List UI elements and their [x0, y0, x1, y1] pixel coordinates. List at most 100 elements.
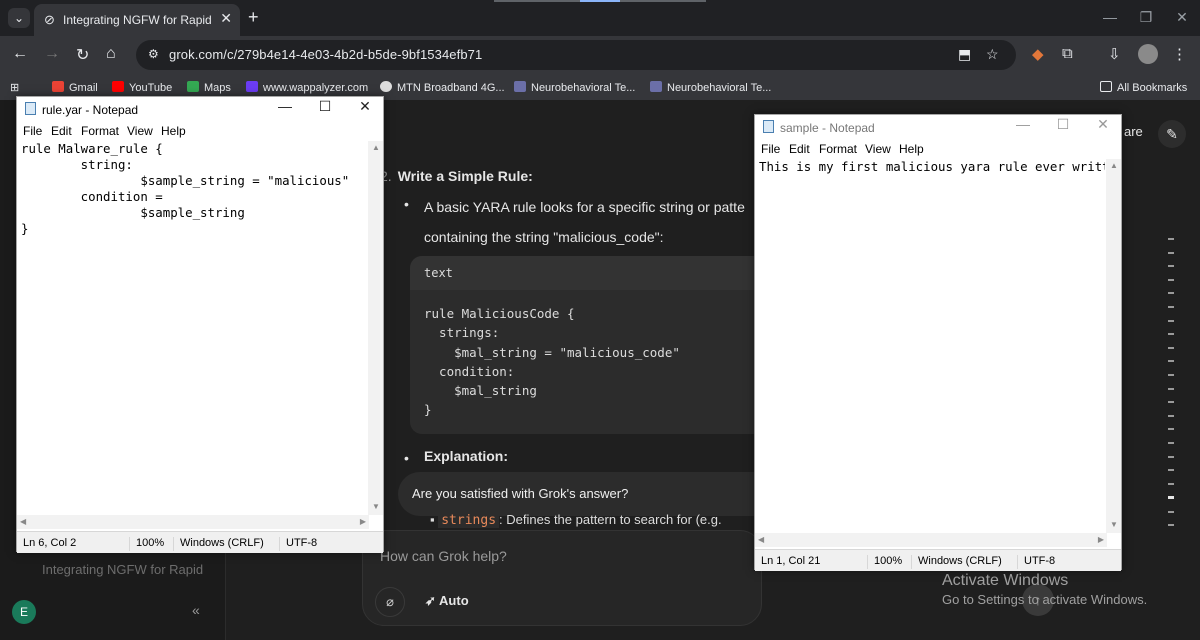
minimize-icon[interactable]: — — [1003, 116, 1043, 132]
tab-strip: ⌄ ⊘ Integrating NGFW for Rapid Th ✕ + — … — [0, 0, 1200, 36]
notepad-icon — [763, 120, 774, 133]
attach-paperclip-icon[interactable]: ⌀ — [375, 587, 405, 617]
install-app-icon[interactable]: ⬒ — [958, 46, 971, 63]
minimize-icon[interactable]: — — [265, 98, 305, 114]
status-encoding: UTF-8 — [279, 537, 317, 551]
restore-icon[interactable]: ❐ — [1128, 0, 1164, 36]
scroll-right-icon[interactable]: ▶ — [360, 517, 366, 526]
notepad-titlebar[interactable]: sample - Notepad — ☐ ✕ — [755, 115, 1121, 139]
sidebar-chat-item[interactable]: Integrating NGFW for Rapid — [42, 562, 203, 577]
menu-view[interactable]: View — [865, 142, 891, 156]
tab-drag-indicator — [494, 0, 706, 2]
notepad-editor[interactable]: This is my first malicious yara rule eve… — [759, 159, 1105, 531]
mode-selector[interactable]: ➶ Auto — [425, 593, 469, 609]
all-bookmarks[interactable]: All Bookmarks — [1100, 81, 1187, 94]
bookmark-label: Neurobehavioral Te... — [531, 82, 636, 94]
notepad-menubar: File Edit Format View Help — [17, 121, 383, 141]
notepad-statusbar: Ln 6, Col 2 100% Windows (CRLF) UTF-8 — [17, 531, 383, 553]
menu-help[interactable]: Help — [161, 124, 186, 138]
wappalyzer-icon — [246, 81, 258, 92]
bookmark-item[interactable]: Maps — [187, 81, 231, 94]
explanation-item: ▪ strings: Defines the pattern to search… — [430, 512, 722, 528]
conversation-minimap[interactable] — [1168, 238, 1174, 538]
bookmark-item[interactable]: MTN Broadband 4G... — [380, 81, 505, 94]
share-button[interactable]: are — [1124, 124, 1143, 139]
notepad-statusbar: Ln 1, Col 21 100% Windows (CRLF) UTF-8 — [755, 549, 1121, 571]
maximize-icon[interactable]: ☐ — [305, 98, 345, 115]
bookmark-label: Neurobehavioral Te... — [667, 82, 772, 94]
reload-icon[interactable]: ↻ — [76, 45, 89, 65]
maximize-icon[interactable]: ☐ — [1043, 116, 1083, 133]
apps-grid-icon[interactable]: ⊞ — [10, 81, 19, 94]
feedback-banner[interactable]: Are you satisfied with Grok's answer? — [398, 472, 778, 516]
menu-help[interactable]: Help — [899, 142, 924, 156]
scroll-left-icon[interactable]: ◀ — [758, 535, 764, 544]
mtn-icon — [380, 81, 392, 92]
horizontal-scrollbar[interactable]: ◀ ▶ — [755, 533, 1107, 547]
profile-avatar-icon[interactable] — [1138, 44, 1158, 64]
scroll-right-icon[interactable]: ▶ — [1098, 535, 1104, 544]
close-icon[interactable]: ✕ — [1083, 116, 1123, 133]
status-eol: Windows (CRLF) — [173, 537, 264, 551]
scroll-down-icon[interactable]: ▼ — [372, 502, 380, 511]
menu-file[interactable]: File — [23, 124, 42, 138]
notepad-sample-window[interactable]: sample - Notepad — ☐ ✕ File Edit Format … — [754, 114, 1122, 571]
chat-composer[interactable]: How can Grok help? ⌀ ➶ Auto — [362, 530, 762, 626]
menu-edit[interactable]: Edit — [51, 124, 72, 138]
site-info-icon[interactable]: ⚙ — [148, 47, 159, 61]
notepad-icon — [25, 102, 36, 115]
browser-tab[interactable]: ⊘ Integrating NGFW for Rapid Th ✕ — [34, 4, 240, 36]
bullet-line: containing the string "malicious_code": — [424, 229, 664, 245]
close-window-icon[interactable]: ✕ — [1164, 0, 1200, 36]
back-icon[interactable]: ← — [12, 45, 28, 63]
bookmark-item[interactable]: YouTube — [112, 81, 172, 94]
menu-dots-icon[interactable]: ⋮ — [1172, 45, 1187, 63]
bookmark-item[interactable]: www.wappalyzer.com — [246, 81, 368, 94]
notepad-titlebar[interactable]: rule.yar - Notepad — ☐ ✕ — [17, 97, 383, 121]
scroll-up-icon[interactable]: ▲ — [1110, 161, 1118, 170]
menu-file[interactable]: File — [761, 142, 780, 156]
tab-close-icon[interactable]: ✕ — [220, 10, 232, 27]
scroll-up-icon[interactable]: ▲ — [372, 143, 380, 152]
bookmark-star-icon[interactable]: ☆ — [986, 46, 999, 63]
bookmark-item[interactable]: Neurobehavioral Te... — [650, 81, 771, 94]
collapse-sidebar-icon[interactable]: « — [192, 602, 200, 618]
scroll-down-icon[interactable]: ▼ — [1110, 520, 1118, 529]
menu-edit[interactable]: Edit — [789, 142, 810, 156]
horizontal-scrollbar[interactable]: ◀ ▶ — [17, 515, 369, 529]
avatar[interactable]: E — [12, 600, 36, 624]
address-bar[interactable]: ⚙ grok.com/c/279b4e14-4e03-4b2d-b5de-9bf… — [136, 40, 1016, 70]
status-zoom: 100% — [129, 537, 164, 551]
new-chat-edit-icon[interactable]: ✎ — [1158, 120, 1186, 148]
close-icon[interactable]: ✕ — [345, 98, 385, 115]
new-tab-button[interactable]: + — [248, 7, 259, 28]
menu-format[interactable]: Format — [819, 142, 857, 156]
vertical-scrollbar[interactable]: ▲ ▼ — [368, 141, 383, 515]
scroll-left-icon[interactable]: ◀ — [20, 517, 26, 526]
bookmark-item[interactable]: Neurobehavioral Te... — [514, 81, 635, 94]
extensions-puzzle-icon[interactable]: ⧉ — [1062, 45, 1073, 62]
vertical-scrollbar[interactable]: ▲ ▼ — [1106, 159, 1121, 533]
forward-icon[interactable]: → — [44, 45, 60, 63]
extension-fox-icon[interactable]: ◆ — [1032, 45, 1044, 63]
notepad-menubar: File Edit Format View Help — [755, 139, 1121, 159]
status-eol: Windows (CRLF) — [911, 555, 1002, 569]
bookmark-item[interactable]: Gmail — [52, 81, 98, 94]
youtube-icon — [112, 81, 124, 92]
notepad-editor[interactable]: rule Malware_rule { string: $sample_stri… — [21, 141, 367, 513]
code-content: rule MaliciousCode { strings: $mal_strin… — [424, 306, 680, 418]
mode-label: Auto — [439, 593, 469, 608]
menu-view[interactable]: View — [127, 124, 153, 138]
home-icon[interactable]: ⌂ — [106, 45, 116, 63]
download-icon[interactable]: ⇩ — [1108, 45, 1121, 63]
minimize-icon[interactable]: — — [1092, 0, 1128, 36]
activate-title: Activate Windows — [942, 572, 1069, 589]
tab-search-button[interactable]: ⌄ — [8, 8, 30, 28]
menu-format[interactable]: Format — [81, 124, 119, 138]
grok-favicon-icon: ⊘ — [44, 12, 55, 27]
chat-input[interactable]: How can Grok help? — [380, 548, 507, 564]
all-bookmarks-label: All Bookmarks — [1117, 82, 1188, 94]
bullet-dot: • — [404, 450, 409, 466]
gmail-icon — [52, 81, 64, 92]
notepad-rule-window[interactable]: rule.yar - Notepad — ☐ ✕ File Edit Forma… — [16, 96, 384, 553]
